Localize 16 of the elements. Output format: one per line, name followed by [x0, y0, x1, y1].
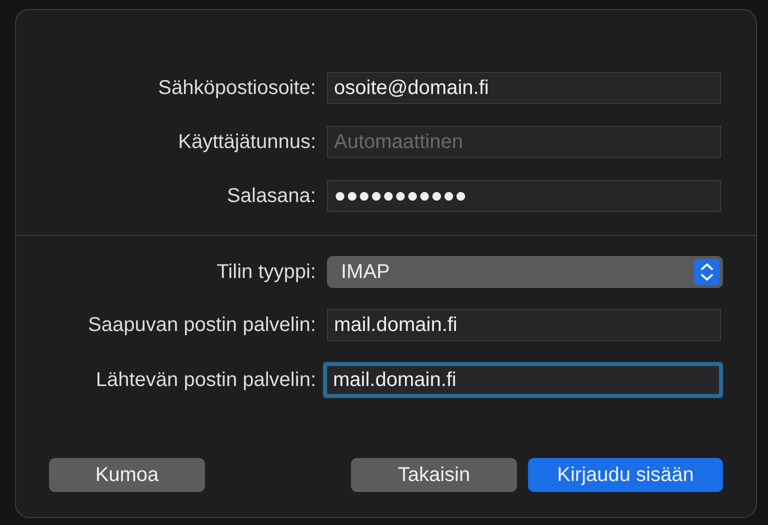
field-label: Käyttäjätunnus: [177, 130, 317, 155]
input-field[interactable]: Automaattinen [327, 126, 721, 158]
field-label: Saapuvan postin palvelin: [87, 313, 317, 338]
account-type-popup[interactable]: IMAP [327, 256, 723, 288]
input-field[interactable]: mail.domain.fi [327, 309, 721, 341]
field-label: Tilin tyyppi: [216, 260, 317, 285]
field-label: Sähköpostiosoite: [157, 76, 317, 101]
sign-in-button[interactable]: Kirjaudu sisään [528, 458, 723, 492]
input-field[interactable]: osoite@domain.fi [327, 72, 721, 104]
field-label: Lähtevän postin palvelin: [94, 368, 317, 393]
secondary-button[interactable]: Kumoa [49, 458, 205, 492]
input-field[interactable]: mail.domain.fi [323, 362, 723, 398]
input-field[interactable]: ●●●●●●●●●●● [327, 180, 721, 212]
chevron-updown-icon [694, 259, 720, 285]
field-label: Salasana: [226, 184, 317, 209]
secondary-button[interactable]: Takaisin [351, 458, 517, 492]
